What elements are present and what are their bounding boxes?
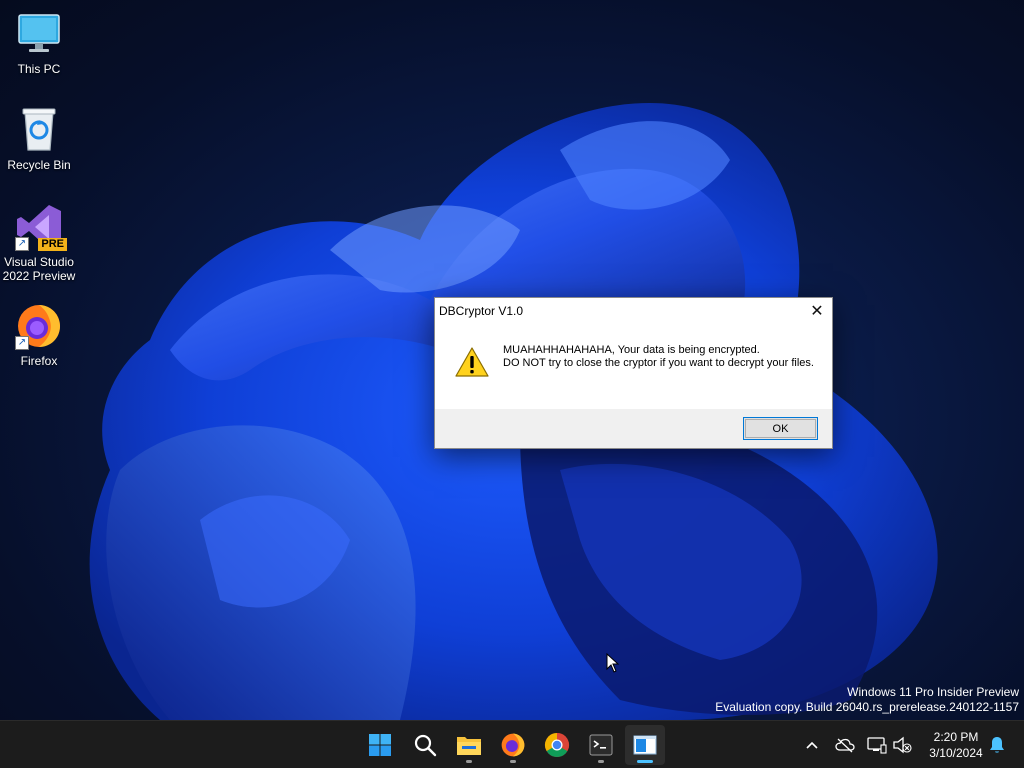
desktop-icon-label: Recycle Bin [7,158,71,172]
desktop-icon-visual-studio[interactable]: PRE ↗ Visual Studio 2022 Preview [2,203,76,283]
dialog-title: DBCryptor V1.0 [439,303,524,318]
recycle-bin-icon [15,106,63,154]
dialog-titlebar[interactable]: DBCryptor V1.0 ✕ [435,298,832,323]
start-button[interactable] [360,725,400,765]
preview-badge: PRE [38,238,67,251]
terminal-icon [589,734,613,756]
warning-icon [455,347,489,377]
onedrive-tray-button[interactable] [833,733,857,757]
chrome-taskbar-button[interactable] [537,725,577,765]
windows-logo-icon [369,734,391,756]
taskbar: 2:20 PM 3/10/2024 [0,720,1024,768]
desktop-icon-label: Firefox [20,354,58,368]
running-indicator [598,760,604,763]
search-button[interactable] [405,725,445,765]
clock-button[interactable]: 2:20 PM 3/10/2024 [916,729,996,761]
active-indicator [637,760,653,763]
dbcryptor-taskbar-button[interactable] [625,725,665,765]
firefox-icon: ↗ [15,302,63,350]
dialog-message-line2: DO NOT try to close the cryptor if you w… [503,357,814,369]
shortcut-arrow-icon: ↗ [15,336,29,350]
dialog-message-line1: MUAHAHHAHAHAHA, Your data is being encry… [503,344,760,356]
clock-date: 3/10/2024 [929,746,983,760]
desktop-icon-label: This PC [17,62,61,76]
mouse-cursor-icon [606,653,620,673]
volume-muted-icon [893,736,912,754]
desktop-icon-this-pc[interactable]: This PC [2,10,76,76]
show-hidden-icons-button[interactable] [800,733,824,757]
bell-icon [990,737,1004,753]
network-tray-button[interactable] [865,733,889,757]
running-indicator [466,760,472,763]
visual-studio-icon: PRE ↗ [15,203,67,251]
firefox-taskbar-button[interactable] [493,725,533,765]
ok-button[interactable]: OK [743,417,818,440]
notifications-button[interactable] [985,733,1009,757]
app-window-icon [633,735,657,755]
monitor-icon [15,10,63,58]
chrome-icon [544,733,570,758]
dialog-body: MUAHAHHAHAHAHA, Your data is being encry… [435,323,832,409]
dbcryptor-dialog: DBCryptor V1.0 ✕ MUAHAHHAHAHAHA, Your da… [434,297,833,449]
search-icon [414,734,437,757]
clock-time: 2:20 PM [933,730,979,744]
cloud-offline-icon [835,738,855,753]
network-icon [867,737,887,754]
dialog-message: MUAHAHHAHAHAHA, Your data is being encry… [503,344,823,409]
running-indicator [510,760,516,763]
dialog-footer: OK [435,409,832,448]
watermark-line2: Evaluation copy. Build 26040.rs_prerelea… [715,700,1019,714]
chevron-up-icon [806,741,818,749]
file-explorer-button[interactable] [449,725,489,765]
folder-icon [457,737,481,755]
shortcut-arrow-icon: ↗ [15,237,29,251]
close-button[interactable]: ✕ [802,298,832,323]
volume-tray-button[interactable] [890,733,914,757]
desktop-icon-recycle-bin[interactable]: Recycle Bin [2,106,76,172]
desktop-icon-label: Visual Studio 2022 Preview [2,255,76,283]
terminal-taskbar-button[interactable] [581,725,621,765]
firefox-icon [501,733,525,757]
desktop-icon-firefox[interactable]: ↗ Firefox [2,302,76,368]
evaluation-watermark: Windows 11 Pro Insider Preview Evaluatio… [715,685,1019,715]
watermark-line1: Windows 11 Pro Insider Preview [847,685,1019,699]
